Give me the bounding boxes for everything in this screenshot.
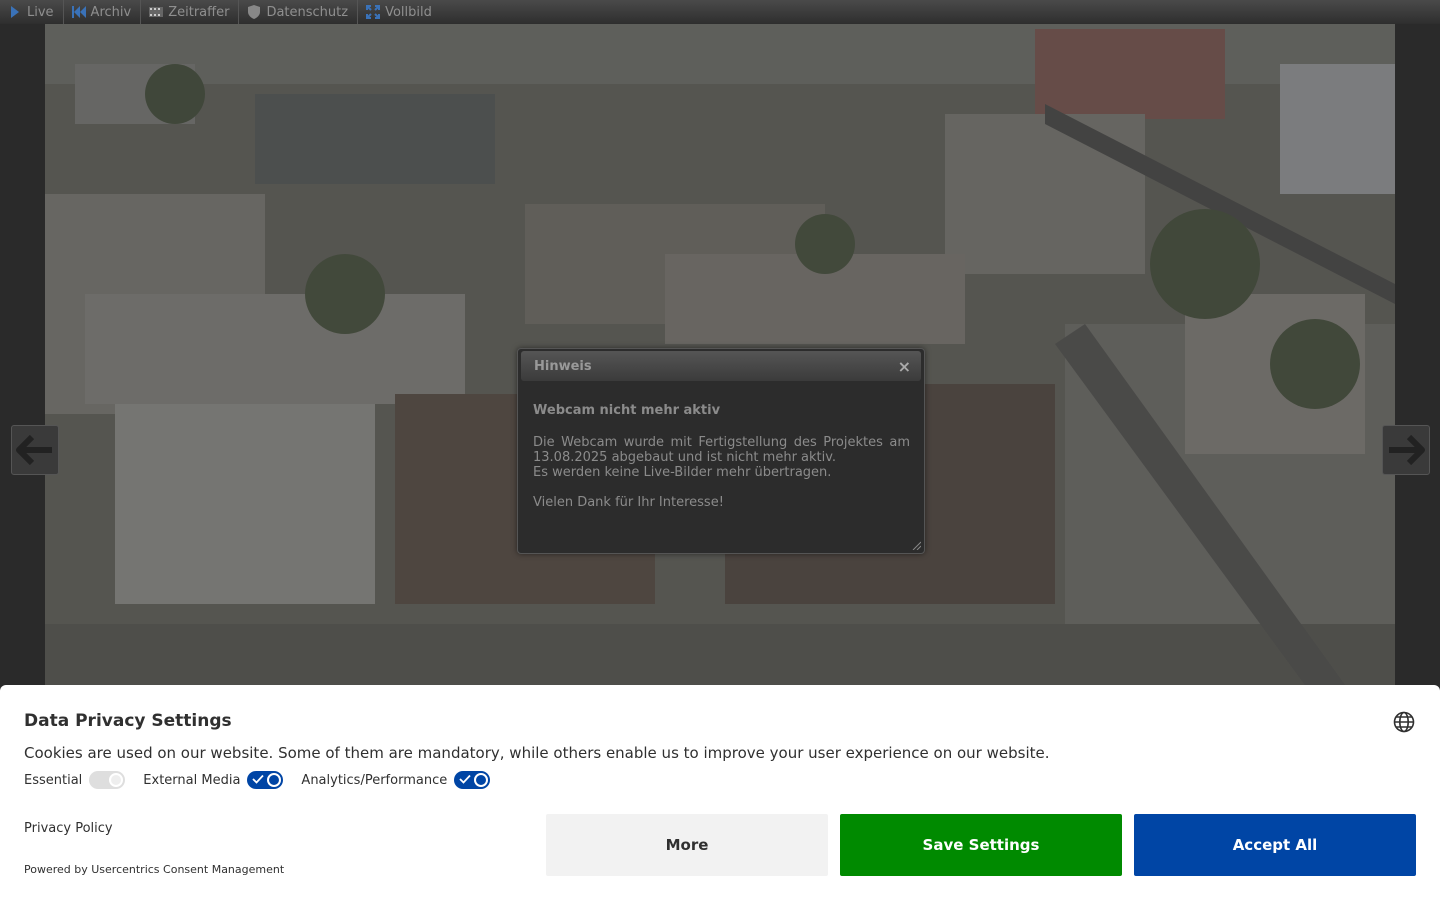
dialog-heading: Webcam nicht mehr aktiv [533, 403, 721, 418]
nav-live-label: Live [27, 4, 54, 20]
resize-handle-icon[interactable] [911, 540, 921, 550]
privacy-policy-link[interactable]: Privacy Policy [24, 821, 113, 836]
analytics-switch[interactable] [454, 771, 491, 789]
external-media-switch[interactable] [247, 771, 284, 789]
previous-arrow[interactable] [11, 425, 59, 475]
toggle-analytics: Analytics/Performance [301, 771, 491, 789]
next-arrow[interactable] [1382, 425, 1430, 475]
nav-datenschutz[interactable]: Datenschutz [239, 0, 359, 24]
check-icon [252, 774, 265, 784]
nav-archiv-label: Archiv [90, 4, 132, 20]
toggle-external-media: External Media [143, 771, 284, 789]
globe-icon[interactable] [1393, 711, 1415, 733]
consent-description: Cookies are used on our website. Some of… [24, 744, 1050, 762]
top-nav: Live Archiv Zeitraffer Datenschutz Vollb… [0, 0, 1440, 24]
dialog-title: Hinweis [534, 358, 592, 374]
consent-title: Data Privacy Settings [24, 711, 232, 731]
save-settings-button[interactable]: Save Settings [840, 814, 1122, 876]
nav-zeitraffer-label: Zeitraffer [168, 4, 230, 20]
nav-vollbild-label: Vollbild [385, 4, 432, 20]
nav-archiv[interactable]: Archiv [64, 0, 142, 24]
rewind-icon [71, 5, 86, 19]
nav-zeitraffer[interactable]: Zeitraffer [141, 0, 240, 24]
nav-live[interactable]: Live [0, 0, 64, 24]
consent-toggles: Essential External Media Analytics/Perfo… [24, 771, 508, 789]
more-button[interactable]: More [546, 814, 828, 876]
toggle-essential-label: Essential [24, 772, 83, 788]
dialog-body: Webcam nicht mehr aktiv Die Webcam wurde… [518, 381, 924, 510]
dialog-text-2: Es werden keine Live-Bilder mehr übertra… [533, 465, 832, 480]
dialog-titlebar[interactable]: Hinweis × [521, 351, 921, 381]
toggle-external-media-label: External Media [143, 772, 241, 788]
play-icon [8, 5, 22, 19]
nav-datenschutz-label: Datenschutz [266, 4, 349, 20]
essential-switch [89, 771, 126, 789]
arrow-left-icon [16, 435, 52, 465]
consent-banner: Data Privacy Settings Cookies are used o… [0, 685, 1440, 900]
check-icon [459, 774, 471, 784]
dialog-text-3: Vielen Dank für Ihr Interesse! [533, 495, 724, 510]
shield-icon [247, 5, 261, 19]
powered-by: Powered by Usercentrics Consent Manageme… [24, 863, 285, 876]
toggle-analytics-label: Analytics/Performance [301, 772, 448, 788]
notice-dialog: Hinweis × Webcam nicht mehr aktiv Die We… [517, 348, 925, 554]
accept-all-button[interactable]: Accept All [1134, 814, 1416, 876]
fullscreen-icon [366, 5, 381, 19]
filmstrip-icon [149, 5, 164, 19]
dialog-text-1: Die Webcam wurde mit Fertigstellung des … [533, 435, 910, 465]
close-icon[interactable]: × [898, 357, 911, 376]
nav-vollbild[interactable]: Vollbild [358, 0, 441, 24]
toggle-essential: Essential [24, 771, 126, 789]
arrow-right-icon [1389, 435, 1425, 465]
